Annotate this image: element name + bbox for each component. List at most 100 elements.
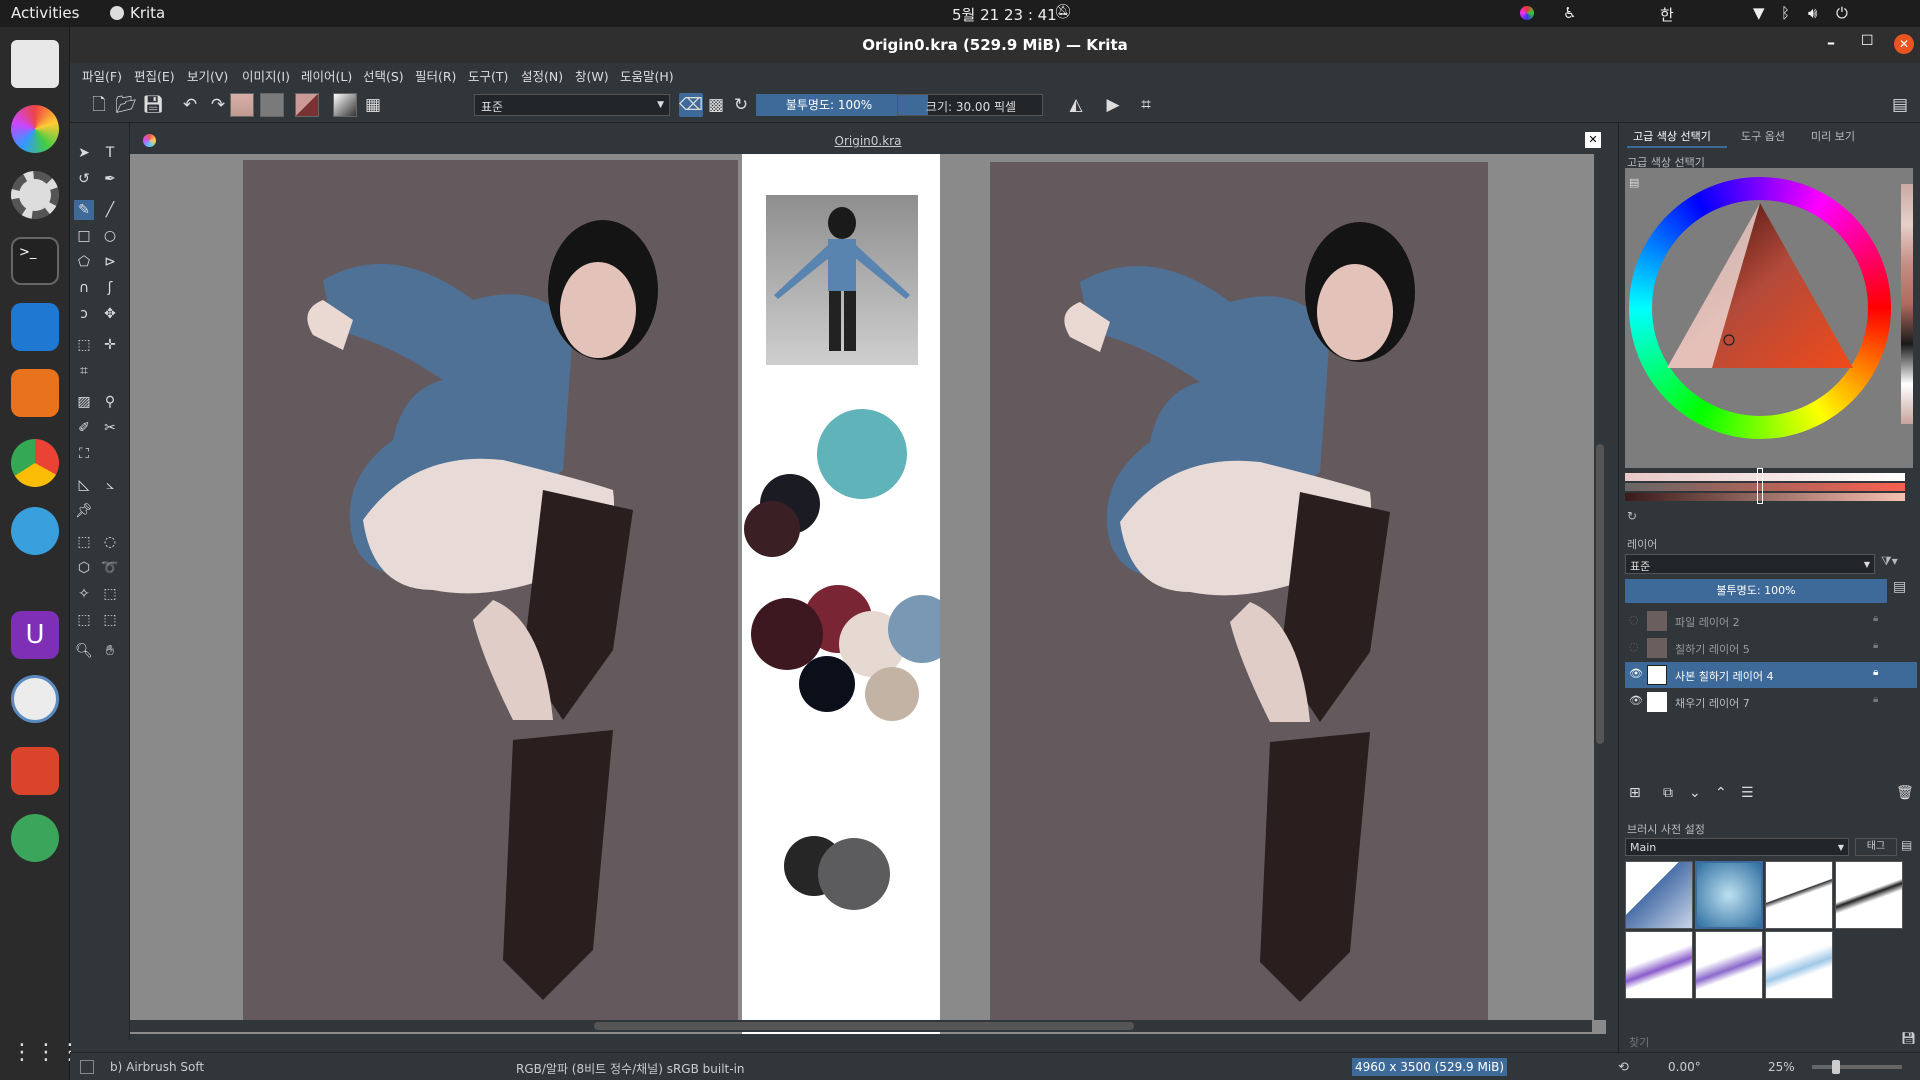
wrap-around-icon[interactable]: ⌗ bbox=[1134, 93, 1158, 117]
brush-size-slider[interactable]: 크기: 30.00 픽셀 bbox=[897, 94, 1043, 116]
brush-preset-eraser[interactable] bbox=[1625, 861, 1693, 929]
reset-color-icon[interactable]: ↻ bbox=[1627, 509, 1637, 523]
saturation-slider[interactable] bbox=[1625, 483, 1905, 491]
rotate-canvas-icon[interactable]: ⟲ bbox=[1618, 1060, 1629, 1075]
transform-tool-icon[interactable]: ⬚ bbox=[74, 335, 94, 355]
minimize-button[interactable]: – bbox=[1827, 33, 1835, 52]
show-apps-grid-icon[interactable]: ⋮⋮⋮ bbox=[11, 1029, 81, 1077]
duplicate-layer-icon[interactable]: ⧉ bbox=[1663, 785, 1673, 801]
close-window-button[interactable]: ✕ bbox=[1894, 34, 1914, 54]
brush-preset-purple-marker[interactable] bbox=[1625, 931, 1693, 999]
update-manager-icon[interactable] bbox=[11, 814, 59, 862]
visibility-off-icon[interactable]: ◌ bbox=[1629, 613, 1639, 626]
zoom-value[interactable]: 25% bbox=[1768, 1060, 1795, 1074]
accessibility-icon[interactable]: ♿︎ bbox=[1563, 4, 1576, 22]
move-tool-icon[interactable]: ✛ bbox=[100, 335, 120, 355]
elliptical-selection-tool-icon[interactable]: ◌ bbox=[100, 532, 120, 552]
crop-tool-icon[interactable]: ⌗ bbox=[74, 361, 94, 381]
activities-button[interactable]: Activities bbox=[11, 4, 79, 22]
multibrush-tool-icon[interactable]: ✥ bbox=[100, 304, 120, 324]
smart-patch-tool-icon[interactable]: ✂ bbox=[100, 418, 120, 438]
krita-dock-icon[interactable] bbox=[11, 675, 59, 723]
brush-preset-blue-blender[interactable] bbox=[1765, 931, 1833, 999]
foreground-background-color-swatch[interactable] bbox=[295, 93, 319, 117]
menu-file[interactable]: 파일(F) bbox=[82, 66, 122, 85]
blend-mode-select[interactable]: 표준 ▼ bbox=[474, 94, 670, 116]
opacity-slider[interactable]: 불투명도: 100% bbox=[756, 94, 902, 116]
brush-view-options-icon[interactable]: ▤ bbox=[1901, 838, 1912, 852]
magnetic-selection-tool-icon[interactable]: ⬚ bbox=[100, 610, 120, 630]
brush-tag-select[interactable]: Main ▼ bbox=[1625, 838, 1849, 856]
fox-app-icon[interactable] bbox=[11, 507, 59, 555]
reload-preset-icon[interactable]: ↻ bbox=[729, 93, 753, 117]
screenshot-app-icon[interactable] bbox=[11, 40, 59, 88]
layer-properties-button-icon[interactable]: ☰ bbox=[1741, 785, 1754, 801]
preserve-alpha-icon[interactable]: ▩ bbox=[704, 93, 728, 117]
color-picker-tool-icon[interactable]: ⚲ bbox=[100, 392, 120, 412]
assistant-tool-icon[interactable]: ◺ bbox=[74, 475, 94, 495]
measure-tool-icon[interactable]: ⦣ bbox=[100, 475, 120, 495]
freehand-path-tool-icon[interactable]: ʃ bbox=[100, 278, 120, 298]
horizontal-scrollbar[interactable] bbox=[130, 1020, 1592, 1032]
layer-filter-icon[interactable]: ⧩▾ bbox=[1881, 554, 1911, 574]
freehand-selection-tool-icon[interactable]: ➰ bbox=[100, 558, 120, 578]
pattern-preset-button[interactable] bbox=[260, 93, 284, 117]
brush-preset-button[interactable] bbox=[333, 93, 357, 117]
dynamic-brush-tool-icon[interactable]: ↄ bbox=[74, 304, 94, 324]
slider-handle[interactable] bbox=[1757, 468, 1763, 504]
document-tab-title[interactable]: Origin0.kra bbox=[130, 134, 1606, 148]
polygon-tool-icon[interactable]: ⬠ bbox=[74, 252, 94, 272]
brush-preset-ink-pen[interactable] bbox=[1765, 861, 1833, 929]
calligraphy-tool-icon[interactable]: ✒ bbox=[100, 169, 120, 189]
bezier-tool-icon[interactable]: ∩ bbox=[74, 278, 94, 298]
docker-layout-icon[interactable]: ▤ bbox=[1888, 93, 1912, 117]
menu-help[interactable]: 도움말(H) bbox=[620, 66, 674, 85]
media-player-icon[interactable] bbox=[11, 369, 59, 417]
brush-preset-ink-brush[interactable] bbox=[1835, 861, 1903, 929]
clock[interactable]: 5월 21 23 : 41 bbox=[952, 4, 1057, 25]
save-preset-icon[interactable]: 💾︎ bbox=[1901, 1031, 1916, 1045]
vertical-scroll-thumb[interactable] bbox=[1596, 444, 1604, 744]
rectangle-tool-icon[interactable]: □ bbox=[74, 226, 94, 246]
value-slider[interactable] bbox=[1625, 493, 1905, 501]
ellipse-tool-icon[interactable]: ○ bbox=[100, 226, 120, 246]
new-document-icon[interactable]: 🗋 bbox=[87, 93, 111, 117]
canvas-area[interactable] bbox=[130, 154, 1606, 1034]
menu-settings[interactable]: 설정(N) bbox=[521, 66, 563, 85]
lock-icon[interactable]: 🔒︎ bbox=[1873, 640, 1878, 651]
polygonal-selection-tool-icon[interactable]: ⬡ bbox=[74, 558, 94, 578]
power-icon[interactable]: ⏻ bbox=[1836, 4, 1848, 22]
recent-colors-strip[interactable] bbox=[1901, 184, 1913, 424]
gradient-preset-button[interactable] bbox=[230, 93, 254, 117]
mirror-horizontal-icon[interactable]: ◭ bbox=[1064, 93, 1088, 117]
layer-row-fill-layer-7[interactable]: 👁︎ 채우기 레이어 7 🔒︎ bbox=[1625, 689, 1917, 715]
pan-tool-icon[interactable]: ✋︎ bbox=[100, 641, 120, 661]
color-space-label[interactable]: RGB/알파 (8비트 정수/채널) sRGB built-in bbox=[516, 1060, 745, 1077]
saturation-value-triangle[interactable] bbox=[1652, 200, 1868, 416]
layer-row-file-layer-2[interactable]: ◌ 파일 레이어 2 🔒︎ bbox=[1625, 608, 1917, 634]
menu-window[interactable]: 창(W) bbox=[575, 66, 609, 85]
unity-hub-icon[interactable]: U bbox=[11, 611, 59, 659]
gradient-tool-icon[interactable]: ▨ bbox=[74, 392, 94, 412]
edit-shapes-tool-icon[interactable]: ↺ bbox=[74, 169, 94, 189]
layer-blend-mode-select[interactable]: 표준 ▼ bbox=[1625, 554, 1875, 574]
bluetooth-icon[interactable]: ᛒ bbox=[1781, 4, 1790, 22]
fill-tool-icon[interactable]: ⛶ bbox=[74, 444, 94, 464]
visibility-off-icon[interactable]: ◌ bbox=[1629, 640, 1639, 653]
volume-icon[interactable]: 🔊︎ bbox=[1808, 4, 1817, 22]
horizontal-scroll-thumb[interactable] bbox=[594, 1022, 1134, 1030]
zoom-tool-icon[interactable]: 🔍︎ bbox=[74, 641, 94, 661]
menu-view[interactable]: 보기(V) bbox=[187, 66, 228, 85]
vertical-scrollbar[interactable] bbox=[1594, 154, 1606, 1020]
reference-images-tool-icon[interactable]: 📌︎ bbox=[74, 501, 94, 521]
text-tool-icon[interactable]: T bbox=[100, 143, 120, 163]
brush-search-input[interactable] bbox=[1625, 1033, 1895, 1052]
advanced-color-selector[interactable]: ▤ bbox=[1625, 168, 1913, 468]
brush-preset-airbrush-soft[interactable] bbox=[1695, 861, 1763, 929]
notifications-muted-icon[interactable]: 🔕︎ bbox=[1054, 4, 1072, 20]
undo-icon[interactable]: ↶ bbox=[178, 93, 202, 117]
rectangular-selection-tool-icon[interactable]: ⬚ bbox=[74, 532, 94, 552]
menu-tools[interactable]: 도구(T) bbox=[468, 66, 508, 85]
color-picker-tray-icon[interactable] bbox=[1520, 6, 1534, 20]
bezier-selection-tool-icon[interactable]: ⬚ bbox=[74, 610, 94, 630]
